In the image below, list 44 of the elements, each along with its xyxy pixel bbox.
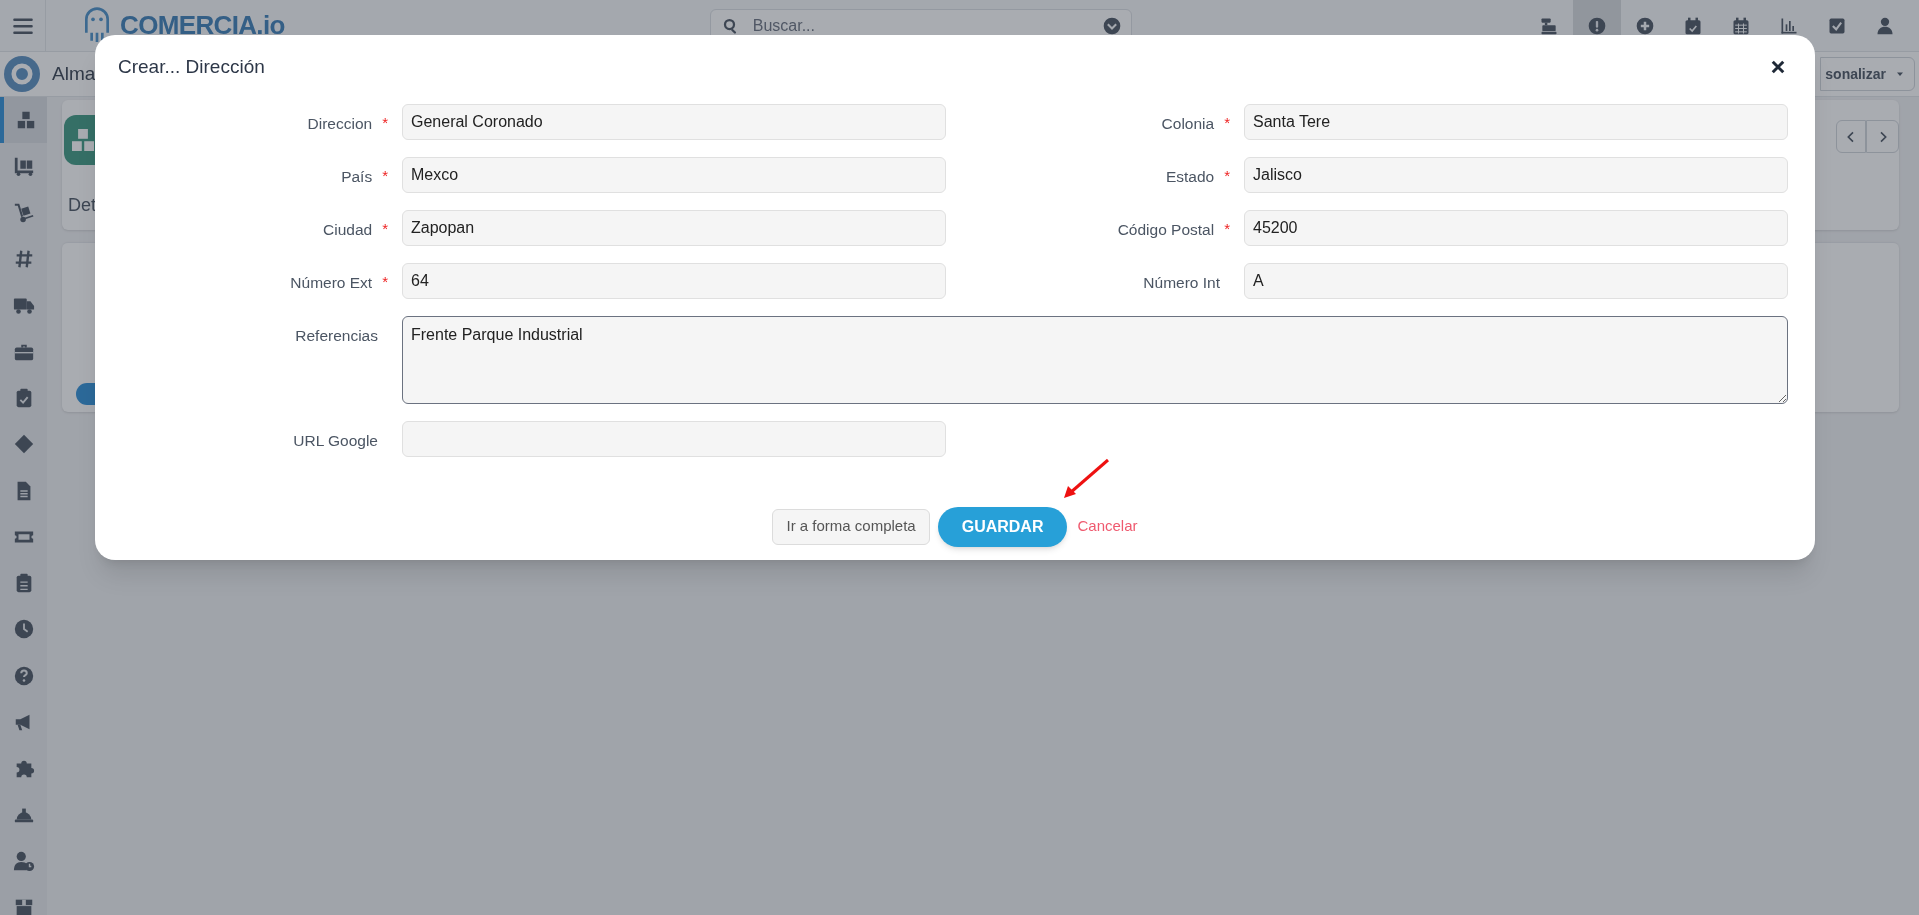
input-field[interactable]: 45200 [1244,209,1788,246]
required-marker: * [382,271,388,292]
field-label: Código Postal [1117,219,1215,240]
diamond-icon [12,433,35,456]
required-marker: * [382,112,388,133]
input-field[interactable]: General Coronado [402,103,946,140]
tab-label[interactable]: Det [68,192,96,219]
full-form-button[interactable]: Ir a forma completa [772,508,930,545]
clock-icon [12,618,35,641]
input-field[interactable]: Mexco [402,156,946,193]
annotation-arrow [1062,458,1110,500]
input-field[interactable]: A [1244,262,1788,299]
required-marker: * [1224,112,1230,133]
text-area[interactable]: Frente Parque Industrial [402,315,1788,404]
alert-icon [1587,15,1607,36]
required-marker: * [1224,218,1230,239]
field-label: Ciudad [323,219,373,240]
field-label: País [341,166,373,187]
field-label: Referencias [295,325,378,346]
user-clock-icon [12,849,35,872]
input-field[interactable]: 64 [402,262,946,299]
dialog-title: Crear... Dirección [118,55,265,79]
required-marker: * [1224,165,1230,186]
input-field[interactable] [402,420,946,457]
field-label: Estado [1165,166,1215,187]
user-icon [1875,15,1895,36]
hand-truck-icon [12,201,35,224]
field-label: Número Ext [290,272,373,293]
field-label: URL Google [293,430,378,451]
input-field[interactable]: Zapopan [402,209,946,246]
page-title: Alma [52,61,96,86]
field-label: Colonia [1161,113,1215,134]
customize-button[interactable]: sonalizar [1820,57,1915,91]
lifebuoy-icon [11,63,33,85]
input-field[interactable]: Santa Tere [1244,103,1788,140]
required-marker: * [382,165,388,186]
logo-text: COMERCIA.io [120,9,285,42]
input-field[interactable]: Jalisco [1244,156,1788,193]
sidebar-item[interactable] [0,97,47,144]
field-label: Direccion [307,113,373,134]
required-marker: * [382,218,388,239]
flatbed-cart-icon [12,155,35,178]
field-label: Número Int [1143,272,1220,293]
help-icon [12,664,35,687]
